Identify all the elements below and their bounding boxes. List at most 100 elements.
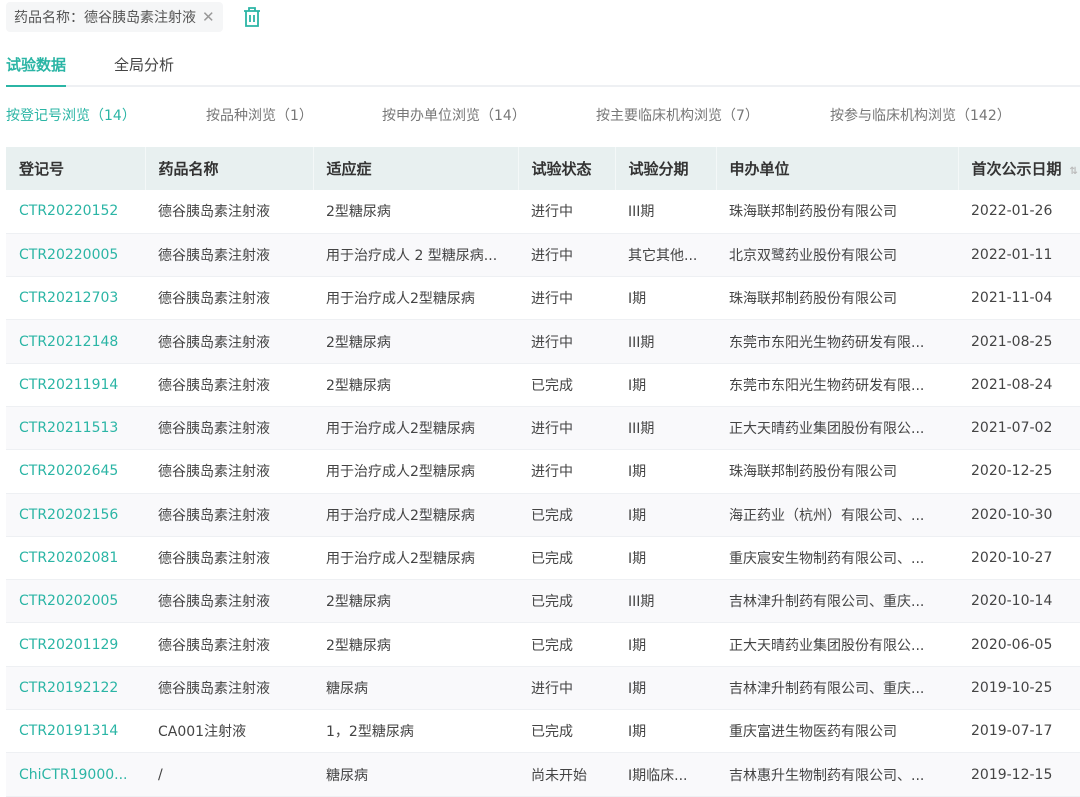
browse-by-registration[interactable]: 按登记号浏览（14） — [6, 105, 206, 125]
cell-registration-no[interactable]: CTR20212148 — [6, 319, 145, 364]
cell-first-publish-date: 2022-01-26 — [958, 190, 1080, 234]
cell-registration-no[interactable]: CTR20220152 — [6, 190, 145, 234]
browse-by-participating-institution[interactable]: 按参与临床机构浏览（142） — [830, 105, 1011, 125]
cell-drug-name: 德谷胰岛素注射液 — [145, 666, 313, 711]
cell-first-publish-date: 2022-01-11 — [958, 233, 1080, 278]
col-phase: 试验分期 — [615, 147, 717, 190]
cell-registration-no[interactable]: CTR20202156 — [6, 493, 145, 537]
cell-drug-name: 德谷胰岛素注射液 — [145, 579, 313, 624]
cell-indication: 糖尿病 — [313, 752, 518, 797]
browse-by-variety[interactable]: 按品种浏览（1） — [206, 105, 382, 125]
table-row[interactable]: CTR20192122 德谷胰岛素注射液 糖尿病 进行中 I期 吉林津升制药有限公司、重庆… — [6, 666, 1080, 711]
cell-indication: 2型糖尿病 — [313, 363, 518, 407]
table-row[interactable]: CTR20220005 德谷胰岛素注射液 用于治疗成人 2 型糖尿病... 进行中 其它… — [6, 233, 1080, 278]
cell-drug-name: 德谷胰岛素注射液 — [145, 190, 313, 234]
cell-first-publish-date: 2020-10-30 — [958, 493, 1080, 537]
cell-registration-no[interactable]: CTR20192122 — [6, 666, 145, 711]
cell-sponsor: 重庆富进生物医药有限公司 — [716, 709, 958, 754]
tab-bar: 试验数据 全局分析 — [6, 54, 1080, 87]
cell-status: 进行中 — [518, 449, 615, 494]
cell-indication: 2型糖尿病 — [313, 319, 518, 364]
cell-drug-name: 德谷胰岛素注射液 — [145, 536, 313, 581]
col-status: 试验状态 — [518, 147, 616, 190]
filter-tag-label: 药品名称：德谷胰岛素注射液 — [14, 10, 196, 26]
cell-sponsor: 东莞市东阳光生物药研发有限... — [716, 363, 958, 407]
filter-tag: 药品名称：德谷胰岛素注射液 ✕ — [6, 2, 223, 32]
table-row[interactable]: CTR20211513 德谷胰岛素注射液 用于治疗成人2型糖尿病 进行中 III期 正大天… — [6, 406, 1080, 451]
cell-sponsor: 正大天晴药业集团股份有限公... — [716, 406, 958, 451]
table-row[interactable]: CTR20201129 德谷胰岛素注射液 2型糖尿病 已完成 I期 正大天晴药业集团股份有… — [6, 622, 1080, 667]
cell-phase: III期 — [615, 319, 716, 364]
cell-status: 进行中 — [518, 319, 615, 364]
cell-drug-name: 德谷胰岛素注射液 — [145, 319, 313, 364]
cell-status: 进行中 — [518, 406, 615, 451]
table-row[interactable]: CTR20202081 德谷胰岛素注射液 用于治疗成人2型糖尿病 已完成 I期 重庆宸安生… — [6, 536, 1080, 581]
cell-indication: 2型糖尿病 — [313, 579, 518, 624]
cell-indication: 用于治疗成人2型糖尿病 — [313, 493, 518, 537]
cell-sponsor: 北京双鹭药业股份有限公司 — [716, 233, 958, 278]
cell-indication: 用于治疗成人2型糖尿病 — [313, 536, 518, 581]
cell-sponsor: 吉林津升制药有限公司、重庆... — [716, 579, 958, 624]
col-sponsor: 申办单位 — [716, 147, 959, 190]
browse-by-main-institution[interactable]: 按主要临床机构浏览（7） — [596, 105, 830, 125]
cell-indication: 用于治疗成人2型糖尿病 — [313, 449, 518, 494]
cell-registration-no[interactable]: ChiCTR19000... — [6, 752, 145, 797]
cell-registration-no[interactable]: CTR20202645 — [6, 449, 145, 494]
cell-phase: I期 — [615, 276, 716, 321]
cell-registration-no[interactable]: CTR20202081 — [6, 536, 145, 581]
cell-sponsor: 东莞市东阳光生物药研发有限... — [716, 319, 958, 364]
cell-sponsor: 珠海联邦制药股份有限公司 — [716, 190, 958, 234]
col-registration-no: 登记号 — [6, 147, 146, 190]
cell-phase: I期 — [615, 709, 716, 754]
tab-trial-data[interactable]: 试验数据 — [6, 54, 67, 87]
cell-phase: III期 — [615, 579, 716, 624]
cell-indication: 2型糖尿病 — [313, 622, 518, 667]
cell-status: 进行中 — [518, 666, 615, 711]
cell-phase: 其它其他... — [615, 233, 716, 278]
cell-registration-no[interactable]: CTR20220005 — [6, 233, 145, 278]
cell-status: 已完成 — [518, 536, 615, 581]
cell-drug-name: 德谷胰岛素注射液 — [145, 406, 313, 451]
table-row[interactable]: CTR20212148 德谷胰岛素注射液 2型糖尿病 进行中 III期 东莞市东阳光生物药… — [6, 319, 1080, 364]
cell-status: 已完成 — [518, 363, 615, 407]
table-row[interactable]: CTR20211914 德谷胰岛素注射液 2型糖尿病 已完成 I期 东莞市东阳光生物药研发… — [6, 363, 1080, 407]
cell-first-publish-date: 2019-07-17 — [958, 709, 1080, 754]
trash-icon[interactable] — [242, 6, 262, 28]
cell-drug-name: 德谷胰岛素注射液 — [145, 276, 313, 321]
cell-drug-name: 德谷胰岛素注射液 — [145, 363, 313, 407]
cell-indication: 用于治疗成人 2 型糖尿病... — [313, 233, 518, 278]
cell-registration-no[interactable]: CTR20211914 — [6, 363, 145, 407]
cell-sponsor: 海正药业（杭州）有限公司、... — [716, 493, 958, 537]
cell-first-publish-date: 2021-07-02 — [958, 406, 1080, 451]
cell-sponsor: 正大天晴药业集团股份有限公... — [716, 622, 958, 667]
cell-first-publish-date: 2020-06-05 — [958, 622, 1080, 667]
cell-registration-no[interactable]: CTR20201129 — [6, 622, 145, 667]
cell-sponsor: 重庆宸安生物制药有限公司、... — [716, 536, 958, 581]
cell-indication: 用于治疗成人2型糖尿病 — [313, 276, 518, 321]
cell-first-publish-date: 2021-11-04 — [958, 276, 1080, 321]
col-indication: 适应症 — [313, 147, 519, 190]
table-row[interactable]: CTR20212703 德谷胰岛素注射液 用于治疗成人2型糖尿病 进行中 I期 珠海联邦制… — [6, 276, 1080, 321]
table-row[interactable]: ChiCTR19000... / 糖尿病 尚未开始 I期临床... 吉林惠升生物制药有限公… — [6, 752, 1080, 797]
tab-global-analysis[interactable]: 全局分析 — [114, 54, 174, 87]
table-row[interactable]: CTR20220152 德谷胰岛素注射液 2型糖尿病 进行中 III期 珠海联邦制药股份有… — [6, 190, 1080, 234]
col-drug-name: 药品名称 — [145, 147, 314, 190]
cell-phase: I期 — [615, 622, 716, 667]
cell-indication: 糖尿病 — [313, 666, 518, 711]
cell-phase: III期 — [615, 190, 716, 234]
sort-icon[interactable]: ⇅ — [1070, 166, 1078, 177]
cell-registration-no[interactable]: CTR20212703 — [6, 276, 145, 321]
close-icon[interactable]: ✕ — [202, 8, 215, 26]
cell-registration-no[interactable]: CTR20191314 — [6, 709, 145, 754]
browse-by-sponsor[interactable]: 按申办单位浏览（14） — [382, 105, 596, 125]
cell-sponsor: 吉林津升制药有限公司、重庆... — [716, 666, 958, 711]
table-row[interactable]: CTR20202005 德谷胰岛素注射液 2型糖尿病 已完成 III期 吉林津升制药有限公… — [6, 579, 1080, 624]
cell-registration-no[interactable]: CTR20202005 — [6, 579, 145, 624]
table-row[interactable]: CTR20202645 德谷胰岛素注射液 用于治疗成人2型糖尿病 进行中 I期 珠海联邦制… — [6, 449, 1080, 494]
cell-indication: 2型糖尿病 — [313, 190, 518, 234]
cell-registration-no[interactable]: CTR20211513 — [6, 406, 145, 451]
cell-drug-name: 德谷胰岛素注射液 — [145, 233, 313, 278]
table-row[interactable]: CTR20191314 CA001注射液 1，2型糖尿病 已完成 I期 重庆富进生物医药有… — [6, 709, 1080, 754]
col-first-publish-date[interactable]: 首次公示日期 ⇅ — [958, 147, 1080, 190]
table-row[interactable]: CTR20202156 德谷胰岛素注射液 用于治疗成人2型糖尿病 已完成 I期 海正药业（… — [6, 493, 1080, 537]
